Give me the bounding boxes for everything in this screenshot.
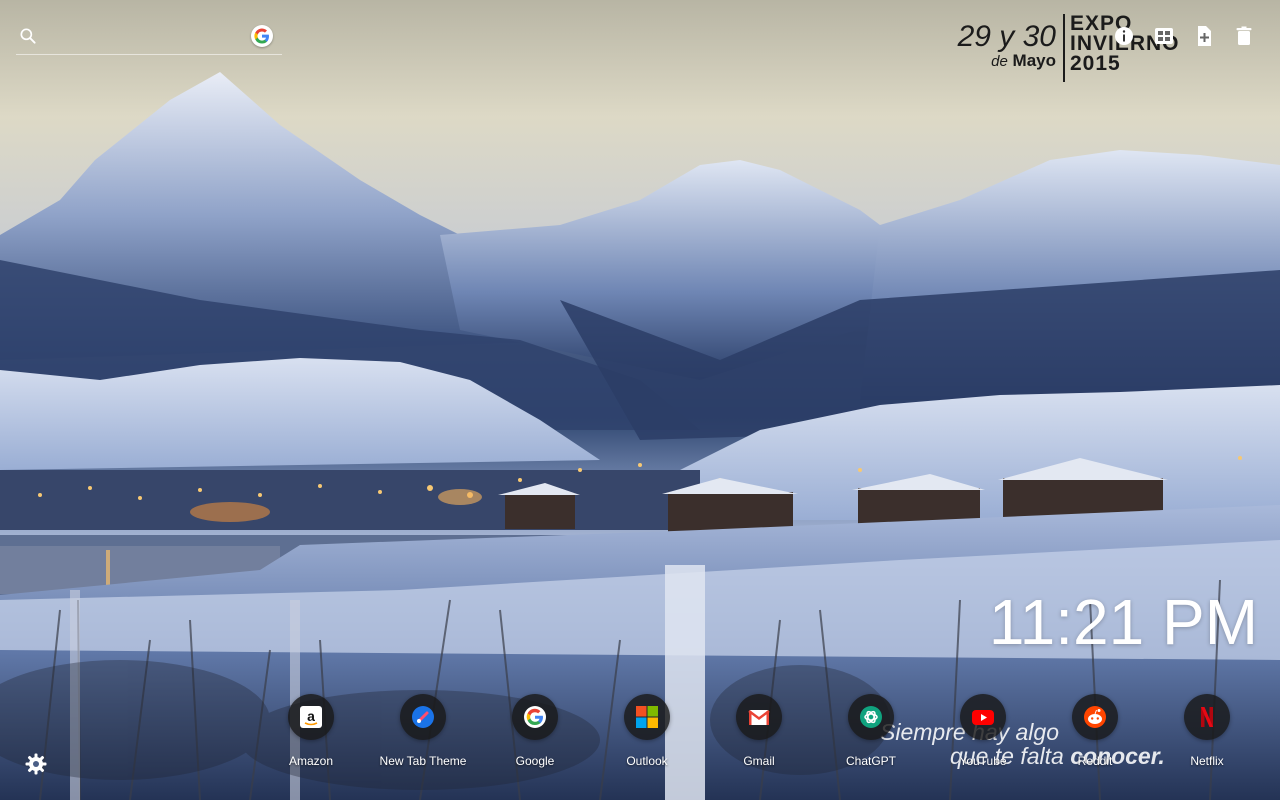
shortcut-label: YouTube xyxy=(959,754,1007,768)
expo-divider xyxy=(1063,14,1065,82)
shortcut-chatgpt[interactable]: ChatGPT xyxy=(821,694,921,774)
info-icon[interactable] xyxy=(1112,24,1136,48)
expo-month: de Mayo xyxy=(991,51,1056,71)
shortcut-label: Netflix xyxy=(1190,754,1224,768)
trash-icon[interactable] xyxy=(1232,24,1256,48)
wallpaper-landscape xyxy=(0,0,1280,800)
shortcut-new-tab-theme[interactable]: New Tab Theme xyxy=(373,694,473,774)
add-file-icon[interactable] xyxy=(1192,24,1216,48)
shortcut-label: Google xyxy=(515,754,555,768)
wallpaper-expo-logo: 29 y 30 de Mayo EXPO INVIERNO 2015 xyxy=(952,12,1179,82)
new-tab-page: 29 y 30 de Mayo EXPO INVIERNO 2015 xyxy=(0,0,1280,800)
search-bar xyxy=(16,22,282,55)
shortcut-amazon[interactable]: a Amazon xyxy=(261,694,361,774)
shortcut-netflix[interactable]: Netflix xyxy=(1157,694,1257,774)
google-icon xyxy=(524,706,546,728)
netflix-icon xyxy=(1201,707,1213,727)
reddit-icon xyxy=(1084,706,1106,728)
amazon-icon: a xyxy=(300,706,322,728)
shortcut-outlook[interactable]: Outlook xyxy=(597,694,697,774)
shortcut-label: Gmail xyxy=(743,754,775,768)
shortcut-label: Amazon xyxy=(288,754,334,768)
shortcut-reddit[interactable]: Reddit xyxy=(1045,694,1145,774)
shortcut-youtube[interactable]: YouTube xyxy=(933,694,1033,774)
shortcut-google[interactable]: Google xyxy=(485,694,585,774)
youtube-icon xyxy=(972,710,994,725)
shortcut-label: Reddit xyxy=(1077,754,1113,768)
search-icon[interactable] xyxy=(18,26,38,46)
shortcut-label: ChatGPT xyxy=(845,754,896,768)
shortcut-label: New Tab Theme xyxy=(379,754,467,768)
settings-gear-icon[interactable] xyxy=(24,752,48,776)
expo-date: 29 y 30 xyxy=(957,20,1056,53)
chatgpt-icon xyxy=(860,706,882,728)
gmail-icon xyxy=(748,710,770,725)
search-input[interactable] xyxy=(46,24,250,50)
new-tab-theme-icon xyxy=(412,706,434,728)
shortcut-label: Outlook xyxy=(626,754,668,768)
microsoft-icon xyxy=(636,706,658,728)
shortcut-gmail[interactable]: Gmail xyxy=(709,694,809,774)
image-settings-icon[interactable] xyxy=(1152,24,1176,48)
clock: 11:21 PM xyxy=(988,586,1258,658)
svg-text:a: a xyxy=(307,708,315,724)
google-icon[interactable] xyxy=(251,25,273,47)
